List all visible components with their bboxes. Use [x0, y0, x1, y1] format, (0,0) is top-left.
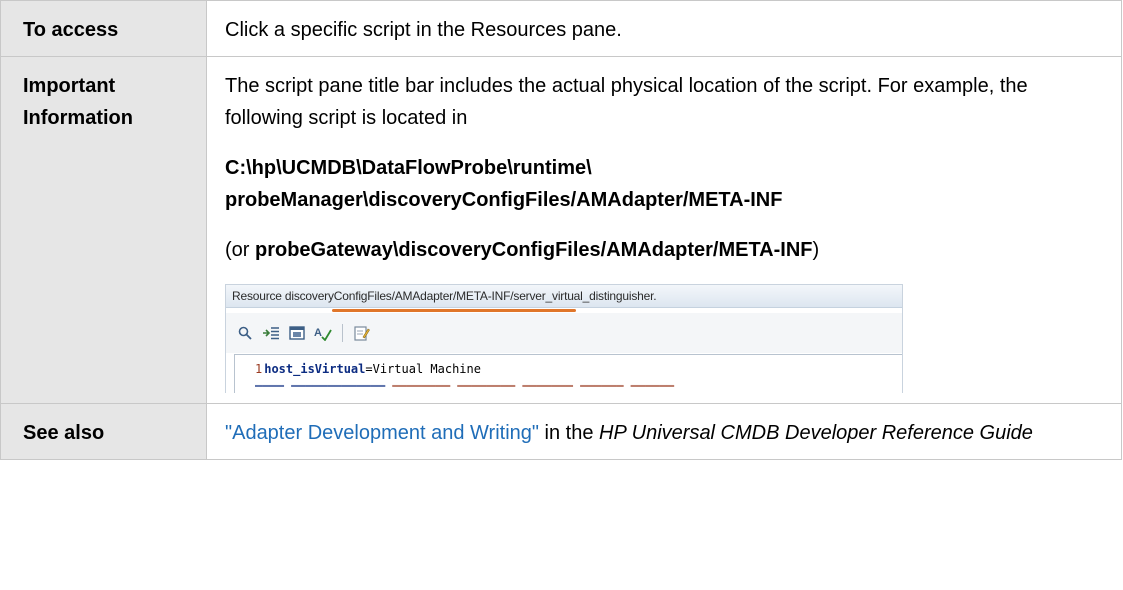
guide-title: HP Universal CMDB Developer Reference Gu…: [599, 422, 1033, 444]
script-path: C:\hp\UCMDB\DataFlowProbe\runtime\ probe…: [225, 152, 1101, 216]
highlight-underline: [332, 309, 576, 312]
row-body: "Adapter Development and Writing" in the…: [206, 403, 1122, 460]
adapter-development-link[interactable]: "Adapter Development and Writing": [225, 422, 539, 444]
spell-check-icon[interactable]: A: [314, 324, 332, 342]
code-line: 1 host_isVirtual=Virtual Machine: [255, 361, 902, 378]
row-body: The script pane title bar includes the a…: [206, 56, 1122, 404]
alternate-path: (or probeGateway\discoveryConfigFiles/AM…: [225, 234, 1101, 266]
alt-path: probeGateway\discoveryConfigFiles/AMAdap…: [255, 239, 813, 261]
label-line: Important: [23, 75, 116, 97]
script-pane-toolbar: A: [226, 313, 902, 353]
script-pane-title-bar: Resource discoveryConfigFiles/AMAdapter/…: [226, 285, 902, 308]
code-key: host_isVirtual: [264, 362, 366, 376]
row-label: See also: [0, 403, 207, 460]
row-important-information: Important Information The script pane ti…: [0, 56, 1122, 404]
edit-icon[interactable]: [353, 324, 371, 342]
alt-prefix: (or: [225, 239, 255, 261]
description-paragraph: The script pane title bar includes the a…: [225, 75, 1028, 129]
row-label: To access: [0, 0, 207, 57]
window-icon[interactable]: [288, 324, 306, 342]
path-line: C:\hp\UCMDB\DataFlowProbe\runtime\: [225, 157, 592, 179]
row-see-also: See also "Adapter Development and Writin…: [0, 403, 1122, 460]
script-code-area: 1 host_isVirtual=Virtual Machine ━━━━ ━━━…: [234, 354, 902, 393]
alt-suffix: ): [812, 239, 820, 261]
row-to-access: To access Click a specific script in the…: [0, 0, 1122, 57]
link-connector-text: in the: [539, 422, 600, 444]
info-table: To access Click a specific script in the…: [0, 0, 1122, 460]
script-pane-screenshot: Resource discoveryConfigFiles/AMAdapter/…: [225, 284, 903, 393]
row-label: Important Information: [0, 56, 207, 404]
label-line: Information: [23, 107, 133, 129]
line-number: 1: [255, 362, 263, 376]
code-line-partial: ━━━━ ━━━━━━━━━━━━━ ━━━━━━━━ ━━━━━━━━ ━━━…: [255, 379, 675, 387]
toolbar-separator: [342, 324, 343, 342]
path-line: probeManager\discoveryConfigFiles/AMAdap…: [225, 189, 783, 211]
code-value: =Virtual Machine: [365, 362, 481, 376]
row-text: Click a specific script in the Resources…: [206, 0, 1122, 57]
indent-icon[interactable]: [262, 324, 280, 342]
search-icon[interactable]: [236, 324, 254, 342]
svg-text:A: A: [314, 327, 322, 339]
